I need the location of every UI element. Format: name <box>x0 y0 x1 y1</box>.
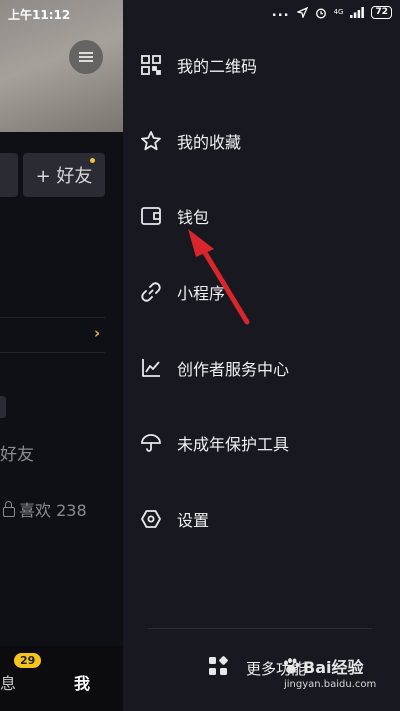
paw-logo-icon <box>284 658 300 674</box>
nav-messages-tab[interactable]: 息 <box>0 670 16 694</box>
watermark-url: jingyan.baidu.com <box>284 679 377 690</box>
qrcode-icon <box>140 54 162 76</box>
menu-item-label: 我的收藏 <box>177 133 242 152</box>
status-time: 上午11:12 <box>8 8 71 22</box>
menu-item-creator-center[interactable]: 创作者服务中心 <box>123 343 400 393</box>
watermark-brand-text: Bai经验 <box>303 658 364 677</box>
add-friend-label: + 好友 <box>35 166 93 187</box>
star-icon <box>140 130 162 152</box>
bottom-navigation: 29 息 我 <box>0 646 123 711</box>
status-bar: 上午11:12 ... 4G 72 <box>0 0 400 28</box>
menu-item-label: 创作者服务中心 <box>177 360 290 379</box>
signal-icon <box>350 7 365 18</box>
menu-item-label: 未成年保护工具 <box>177 435 290 454</box>
likes-label: 喜欢 238 <box>19 501 87 520</box>
side-drawer-menu: 我的二维码 我的收藏 钱包 小程序 创作者服务中心 未成年保护工具 设置 更多功… <box>123 0 400 711</box>
menu-item-label: 设置 <box>177 511 210 530</box>
hamburger-icon <box>79 50 93 64</box>
grid-apps-icon <box>208 656 228 680</box>
menu-item-mini-programs[interactable]: 小程序 <box>123 267 400 317</box>
network-type: 4G <box>333 8 344 16</box>
menu-item-qrcode[interactable]: 我的二维码 <box>123 40 400 90</box>
menu-item-label: 我的二维码 <box>177 57 258 76</box>
watermark-brand: Bai经验 <box>282 654 376 678</box>
chart-icon <box>140 357 162 379</box>
menu-item-wallet[interactable]: 钱包 <box>123 191 400 241</box>
messages-badge: 29 <box>14 653 42 668</box>
chevron-right-icon[interactable]: › <box>94 324 100 342</box>
friends-text: 好友 <box>0 445 34 465</box>
new-dot-badge <box>90 158 95 163</box>
location-icon <box>296 7 308 18</box>
lock-icon <box>3 501 15 517</box>
wallet-icon <box>140 205 162 227</box>
menu-item-favorites[interactable]: 我的收藏 <box>123 116 400 166</box>
baidu-jingyan-watermark: Bai经验 jingyan.baidu.com <box>282 654 376 690</box>
profile-background-page[interactable]: + 好友 › 好友 喜欢 238 29 息 我 <box>0 0 123 711</box>
divider <box>0 317 105 318</box>
alarm-icon <box>315 8 326 18</box>
notification-dots: ... <box>271 5 290 20</box>
drawer-divider <box>148 628 372 629</box>
status-icons: ... 4G 72 <box>272 5 392 20</box>
hamburger-menu-button[interactable] <box>69 40 103 74</box>
network-indicator: 4G <box>334 9 344 16</box>
menu-item-minor-protection[interactable]: 未成年保护工具 <box>123 418 400 468</box>
divider <box>0 352 105 353</box>
edit-profile-button-partial[interactable] <box>0 153 18 197</box>
nav-me-tab[interactable]: 我 <box>74 670 90 694</box>
tag-partial <box>0 396 6 418</box>
umbrella-icon <box>140 432 162 454</box>
link-icon <box>140 281 162 303</box>
likes-tab[interactable]: 喜欢 238 <box>3 497 87 521</box>
add-friend-button[interactable]: + 好友 <box>23 153 105 197</box>
menu-item-label: 小程序 <box>177 284 226 303</box>
menu-item-settings[interactable]: 设置 <box>123 494 400 544</box>
settings-hexagon-icon <box>140 508 162 530</box>
menu-item-label: 钱包 <box>177 208 210 227</box>
battery-indicator: 72 <box>371 6 392 19</box>
